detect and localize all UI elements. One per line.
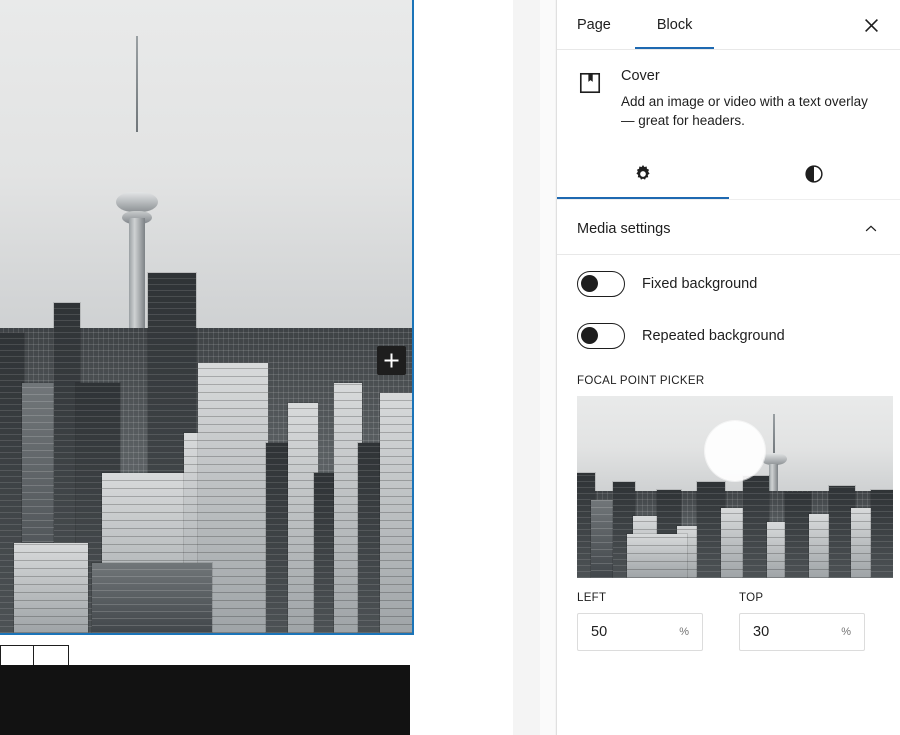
cover-block-icon (577, 70, 603, 96)
fixed-background-label: Fixed background (642, 276, 758, 293)
block-info-text: Cover Add an image or video with a text … (621, 68, 873, 130)
building (380, 393, 412, 633)
sidebar-icon-tabs (557, 148, 900, 201)
cover-background-image (0, 0, 412, 633)
block-description: Add an image or video with a text overla… (621, 94, 868, 129)
focal-point-picker[interactable] (577, 396, 893, 579)
fixed-background-switch[interactable] (577, 271, 625, 298)
toggle-fixed-background[interactable]: Fixed background (577, 271, 880, 298)
focal-point-indicator[interactable] (705, 420, 765, 481)
media-settings-panel-body: Fixed background Repeated background FOC… (557, 255, 900, 652)
block-appender-button[interactable] (377, 346, 406, 375)
editor-root: Page Block Cover Add an image or video w… (0, 0, 900, 735)
tabs-divider (557, 49, 900, 50)
styles-contrast-icon (805, 165, 823, 183)
building (627, 534, 687, 579)
tab-settings[interactable] (557, 148, 729, 201)
close-sidebar-button[interactable] (854, 8, 888, 42)
building (743, 476, 769, 579)
close-icon (864, 18, 878, 32)
canvas-gutter (513, 0, 579, 735)
switch-knob (581, 327, 598, 345)
settings-gear-icon (636, 165, 650, 180)
plus-icon (384, 353, 399, 368)
tab-page-label: Page (577, 17, 611, 33)
focal-point-top-input[interactable]: 30 % (739, 613, 865, 652)
repeated-background-switch[interactable] (577, 323, 625, 350)
switch-knob (581, 275, 598, 293)
block-info-card: Cover Add an image or video with a text … (557, 50, 900, 134)
block-title: Cover (621, 68, 660, 84)
next-block-placeholder[interactable] (0, 665, 410, 735)
cn-tower-spire (136, 36, 138, 132)
cn-tower-spire (773, 414, 775, 457)
focal-point-top-value: 30 (753, 624, 770, 641)
chevron-up-icon[interactable] (862, 220, 880, 238)
focal-point-left-unit: % (679, 626, 689, 639)
tab-page[interactable]: Page (575, 0, 613, 50)
building (92, 563, 212, 633)
focal-point-picker-label: FOCAL POINT PICKER (577, 375, 705, 388)
building (14, 543, 88, 633)
icon-tabs-divider (557, 199, 900, 201)
toggle-repeated-background[interactable]: Repeated background (577, 323, 880, 350)
repeated-background-label: Repeated background (642, 328, 785, 345)
focal-point-left-input[interactable]: 50 % (577, 613, 703, 652)
focal-point-top-unit: % (841, 626, 851, 639)
editor-canvas (0, 0, 513, 735)
focal-point-left-label: LEFT (577, 592, 607, 605)
tab-block-label: Block (656, 17, 693, 33)
sidebar-scrollbar-track[interactable] (540, 0, 579, 735)
tab-styles[interactable] (729, 148, 900, 200)
building (871, 490, 893, 579)
settings-sidebar: Page Block Cover Add an image or video w… (556, 0, 900, 735)
focal-point-left: LEFT 50 % (577, 592, 703, 652)
building (785, 492, 811, 579)
focal-point-top: TOP 30 % (739, 592, 865, 652)
focal-point-coordinates: LEFT 50 % TOP 30 % (577, 592, 880, 652)
media-settings-panel-header[interactable]: Media settings (557, 200, 900, 256)
panel-title: Media settings (577, 221, 671, 238)
cover-block-selected[interactable] (0, 0, 414, 635)
cn-tower-pod (116, 192, 158, 212)
sidebar-tabs: Page Block (557, 0, 900, 50)
tab-block[interactable]: Block (634, 0, 716, 50)
focal-point-left-value: 50 (591, 624, 608, 641)
focal-point-top-label: TOP (739, 592, 764, 605)
